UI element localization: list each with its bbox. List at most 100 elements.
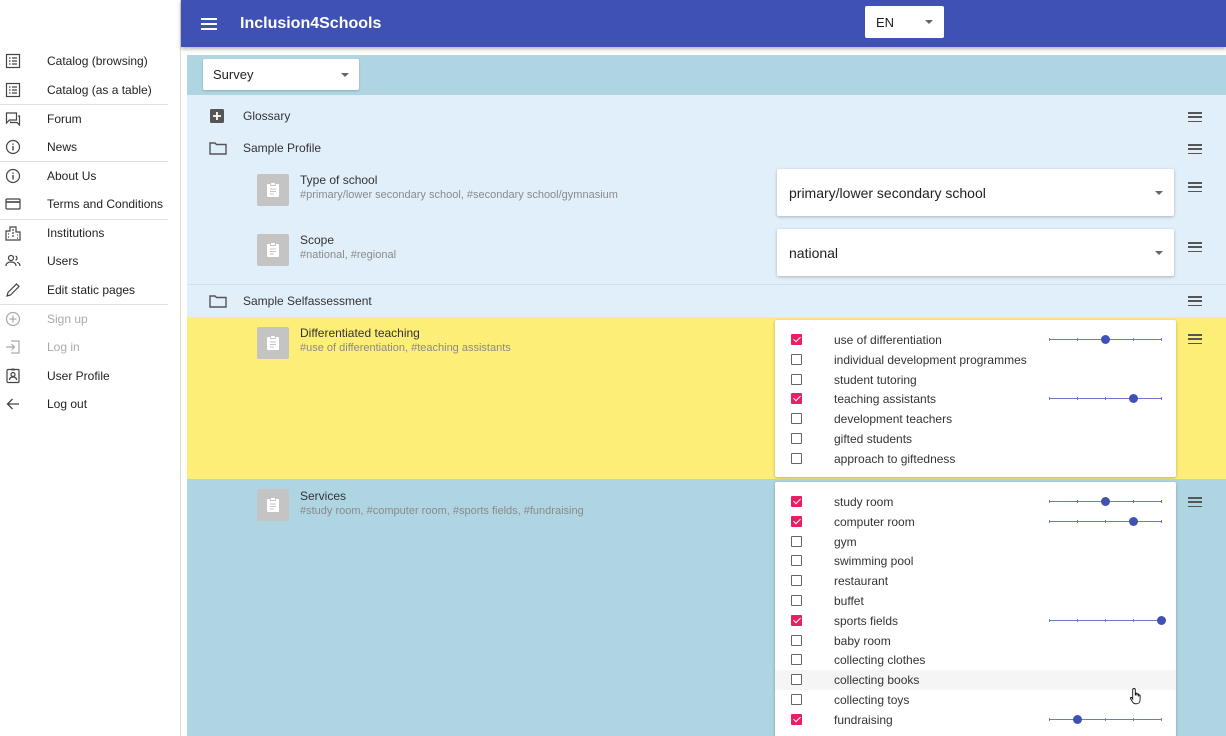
option-row[interactable]: approach to giftedness <box>775 449 1176 469</box>
option-row[interactable]: use of differentiation <box>775 330 1176 350</box>
language-select[interactable]: EN <box>865 6 944 38</box>
checkbox[interactable] <box>791 654 802 666</box>
sample-profile-row[interactable]: Sample Profile <box>209 140 321 156</box>
drag-handle-icon[interactable] <box>1188 182 1202 192</box>
checkbox[interactable] <box>791 353 802 365</box>
level-slider[interactable] <box>1049 497 1162 506</box>
checkbox[interactable] <box>791 515 802 527</box>
caret-down-icon <box>925 20 933 24</box>
sidebar-item-about-us[interactable]: About Us <box>0 161 168 190</box>
drag-handle-icon[interactable] <box>1188 144 1202 154</box>
sidebar-item-log-in[interactable]: Log in <box>0 333 180 362</box>
option-row[interactable]: collecting toys <box>775 690 1176 710</box>
checkbox[interactable] <box>791 413 802 425</box>
checkbox[interactable] <box>791 535 802 547</box>
checkbox[interactable] <box>791 496 802 507</box>
option-row[interactable]: individual development programmes <box>775 350 1176 370</box>
slider-thumb[interactable] <box>1128 516 1138 526</box>
sidebar-item-sign-up[interactable]: Sign up <box>0 304 168 333</box>
level-slider[interactable] <box>1049 615 1166 625</box>
option-row[interactable]: computer room <box>775 512 1176 532</box>
option-row[interactable]: teaching assistants <box>775 389 1176 409</box>
drag-handle-icon[interactable] <box>1188 497 1202 507</box>
option-row[interactable]: buffet <box>775 591 1176 611</box>
sidebar-item-catalog-browsing[interactable]: Catalog (browsing) <box>0 47 180 76</box>
checkbox[interactable] <box>791 555 802 567</box>
hand-cursor-icon <box>1129 688 1141 705</box>
item-title: Scope <box>300 233 335 247</box>
item-title: Type of school <box>300 173 378 187</box>
option-row[interactable]: restaurant <box>775 571 1176 591</box>
option-row[interactable]: swimming pool <box>775 551 1176 571</box>
checkbox[interactable] <box>791 634 802 646</box>
checkbox[interactable] <box>791 693 802 705</box>
school-type-select[interactable]: primary/lower secondary school <box>777 169 1174 216</box>
scope-select[interactable]: national <box>777 229 1174 276</box>
drag-handle-icon[interactable] <box>1188 296 1202 306</box>
add-box-icon[interactable] <box>209 108 227 124</box>
level-slider[interactable] <box>1049 335 1162 344</box>
survey-select[interactable]: Survey <box>203 59 359 90</box>
level-slider[interactable] <box>1049 516 1162 526</box>
checkbox[interactable] <box>791 713 802 725</box>
list-icon <box>5 53 21 69</box>
option-row[interactable]: gifted students <box>775 429 1176 449</box>
glossary-row[interactable]: Glossary <box>209 108 290 124</box>
sidebar-item-users[interactable]: Users <box>0 247 180 276</box>
sidebar-item-label: Log out <box>47 397 88 412</box>
services-options: study room computer room gym swimming pool r… <box>775 482 1176 736</box>
checkbox[interactable] <box>791 594 802 606</box>
option-row[interactable]: fundraising <box>775 710 1176 730</box>
sidebar-item-forum[interactable]: Forum <box>0 104 168 133</box>
option-row[interactable]: student tutoring <box>775 370 1176 390</box>
option-row[interactable]: baby room <box>775 631 1176 651</box>
checkbox[interactable] <box>791 452 802 464</box>
folder-icon <box>209 293 227 309</box>
slider-thumb[interactable] <box>1156 615 1166 625</box>
level-slider[interactable] <box>1049 714 1162 724</box>
option-row[interactable]: study room <box>775 492 1176 512</box>
checkbox[interactable] <box>791 614 802 626</box>
slider-thumb[interactable] <box>1128 394 1138 404</box>
survey-select-value: Survey <box>213 67 254 82</box>
slider-tick <box>1161 338 1162 341</box>
caret-down-icon <box>1155 251 1163 255</box>
sidebar-item-user-profile[interactable]: User Profile <box>0 362 180 391</box>
sidebar-item-terms-and-conditions[interactable]: Terms and Conditions <box>0 190 180 219</box>
sidebar-item-edit-static-pages[interactable]: Edit static pages <box>0 276 180 305</box>
option-row[interactable]: development teachers <box>775 409 1176 429</box>
checkbox[interactable] <box>791 373 802 385</box>
slider-tick <box>1133 618 1134 622</box>
drag-handle-icon[interactable] <box>1188 242 1202 252</box>
item-title: Services <box>300 489 347 503</box>
option-row[interactable]: collecting clothes <box>775 650 1176 670</box>
slider-thumb[interactable] <box>1100 497 1110 506</box>
checkbox[interactable] <box>791 432 802 444</box>
option-row[interactable]: collecting books <box>775 670 1176 690</box>
slider-thumb[interactable] <box>1100 335 1110 344</box>
checkbox[interactable] <box>791 674 802 686</box>
option-label: collecting toys <box>834 692 910 707</box>
slider-tick <box>1105 618 1106 622</box>
drag-handle-icon[interactable] <box>1188 334 1202 344</box>
sample-selfassessment-row[interactable]: Sample Selfassessment <box>209 293 372 309</box>
nav-list: Catalog (browsing) Catalog (as a table) Fo… <box>0 47 180 419</box>
sidebar-item-log-out[interactable]: Log out <box>0 390 180 419</box>
glossary-label: Glossary <box>243 109 291 123</box>
menu-icon[interactable] <box>201 16 217 32</box>
option-row[interactable]: gym <box>775 532 1176 552</box>
checkbox[interactable] <box>791 393 802 405</box>
option-row[interactable]: sports fields <box>775 611 1176 631</box>
level-slider[interactable] <box>1049 394 1162 404</box>
sidebar-item-news[interactable]: News <box>0 133 180 162</box>
slider-tick <box>1161 519 1162 523</box>
checkbox[interactable] <box>791 575 802 587</box>
slider-tick <box>1161 500 1162 503</box>
checkbox[interactable] <box>791 334 802 345</box>
sidebar-item-institutions[interactable]: Institutions <box>0 218 168 248</box>
drag-handle-icon[interactable] <box>1188 112 1202 122</box>
sidebar-item-catalog-as-a-table[interactable]: Catalog (as a table) <box>0 76 180 105</box>
info-icon <box>5 168 21 184</box>
slider-tick <box>1049 397 1050 401</box>
slider-thumb[interactable] <box>1072 714 1082 724</box>
